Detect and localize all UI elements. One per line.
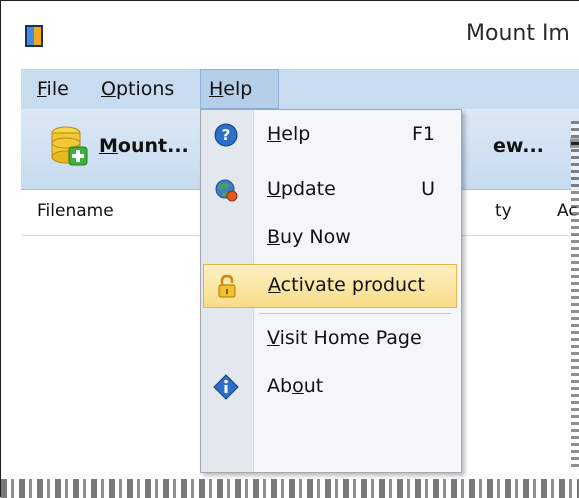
menu-item-about-label: About: [267, 375, 324, 397]
update-icon: [215, 179, 238, 202]
menu-item-help[interactable]: ? Help F1: [203, 114, 457, 158]
menu-item-buy-now[interactable]: Buy Now: [203, 217, 457, 261]
menu-options[interactable]: Options: [101, 69, 174, 109]
mount-button-label: Mount...: [99, 135, 189, 157]
menu-item-update-label: Update: [267, 178, 336, 200]
menu-bar: File Options Help: [21, 69, 579, 109]
help-icon: ?: [214, 123, 238, 147]
menu-file-accesskey: F: [37, 78, 47, 100]
menu-help-accesskey: H: [209, 78, 224, 100]
menu-help[interactable]: Help: [200, 69, 279, 109]
svg-text:?: ?: [222, 126, 231, 144]
menu-item-help-shortcut: F1: [411, 123, 435, 145]
app-window: Mount Im File Options Help Mount... ew..…: [0, 0, 579, 498]
menu-file[interactable]: File: [37, 69, 69, 109]
window-bottom-edge-artifact: [1, 479, 579, 498]
menu-separator: [259, 313, 451, 314]
window-title: Mount Im: [466, 21, 570, 46]
menu-options-accesskey: O: [101, 78, 116, 100]
about-info-icon: [213, 374, 239, 400]
lock-icon: [218, 274, 236, 298]
column-partial[interactable]: ty: [495, 201, 512, 221]
new-button-label-partial[interactable]: ew...: [493, 135, 544, 157]
window-right-edge-artifact: [571, 121, 579, 471]
mount-database-icon: [51, 126, 88, 166]
menu-item-visit-home-page-label: Visit Home Page: [267, 327, 422, 349]
menu-item-visit-home-page[interactable]: Visit Home Page: [203, 318, 457, 362]
menu-item-buy-now-label: Buy Now: [267, 226, 351, 248]
menu-item-update[interactable]: Update U: [203, 169, 457, 213]
menu-item-activate-product[interactable]: Activate product: [203, 264, 457, 308]
menu-item-update-shortcut: U: [421, 178, 435, 200]
column-filename[interactable]: Filename: [37, 201, 114, 221]
menu-item-activate-product-label: Activate product: [268, 274, 425, 296]
help-dropdown-menu: ? Help F1 Update U Buy Now Activate prod…: [200, 109, 462, 473]
menu-item-about[interactable]: About: [203, 366, 457, 410]
menu-item-help-label: Help: [267, 123, 311, 145]
app-logo-icon: [25, 25, 43, 47]
title-bar: Mount Im: [1, 1, 579, 63]
